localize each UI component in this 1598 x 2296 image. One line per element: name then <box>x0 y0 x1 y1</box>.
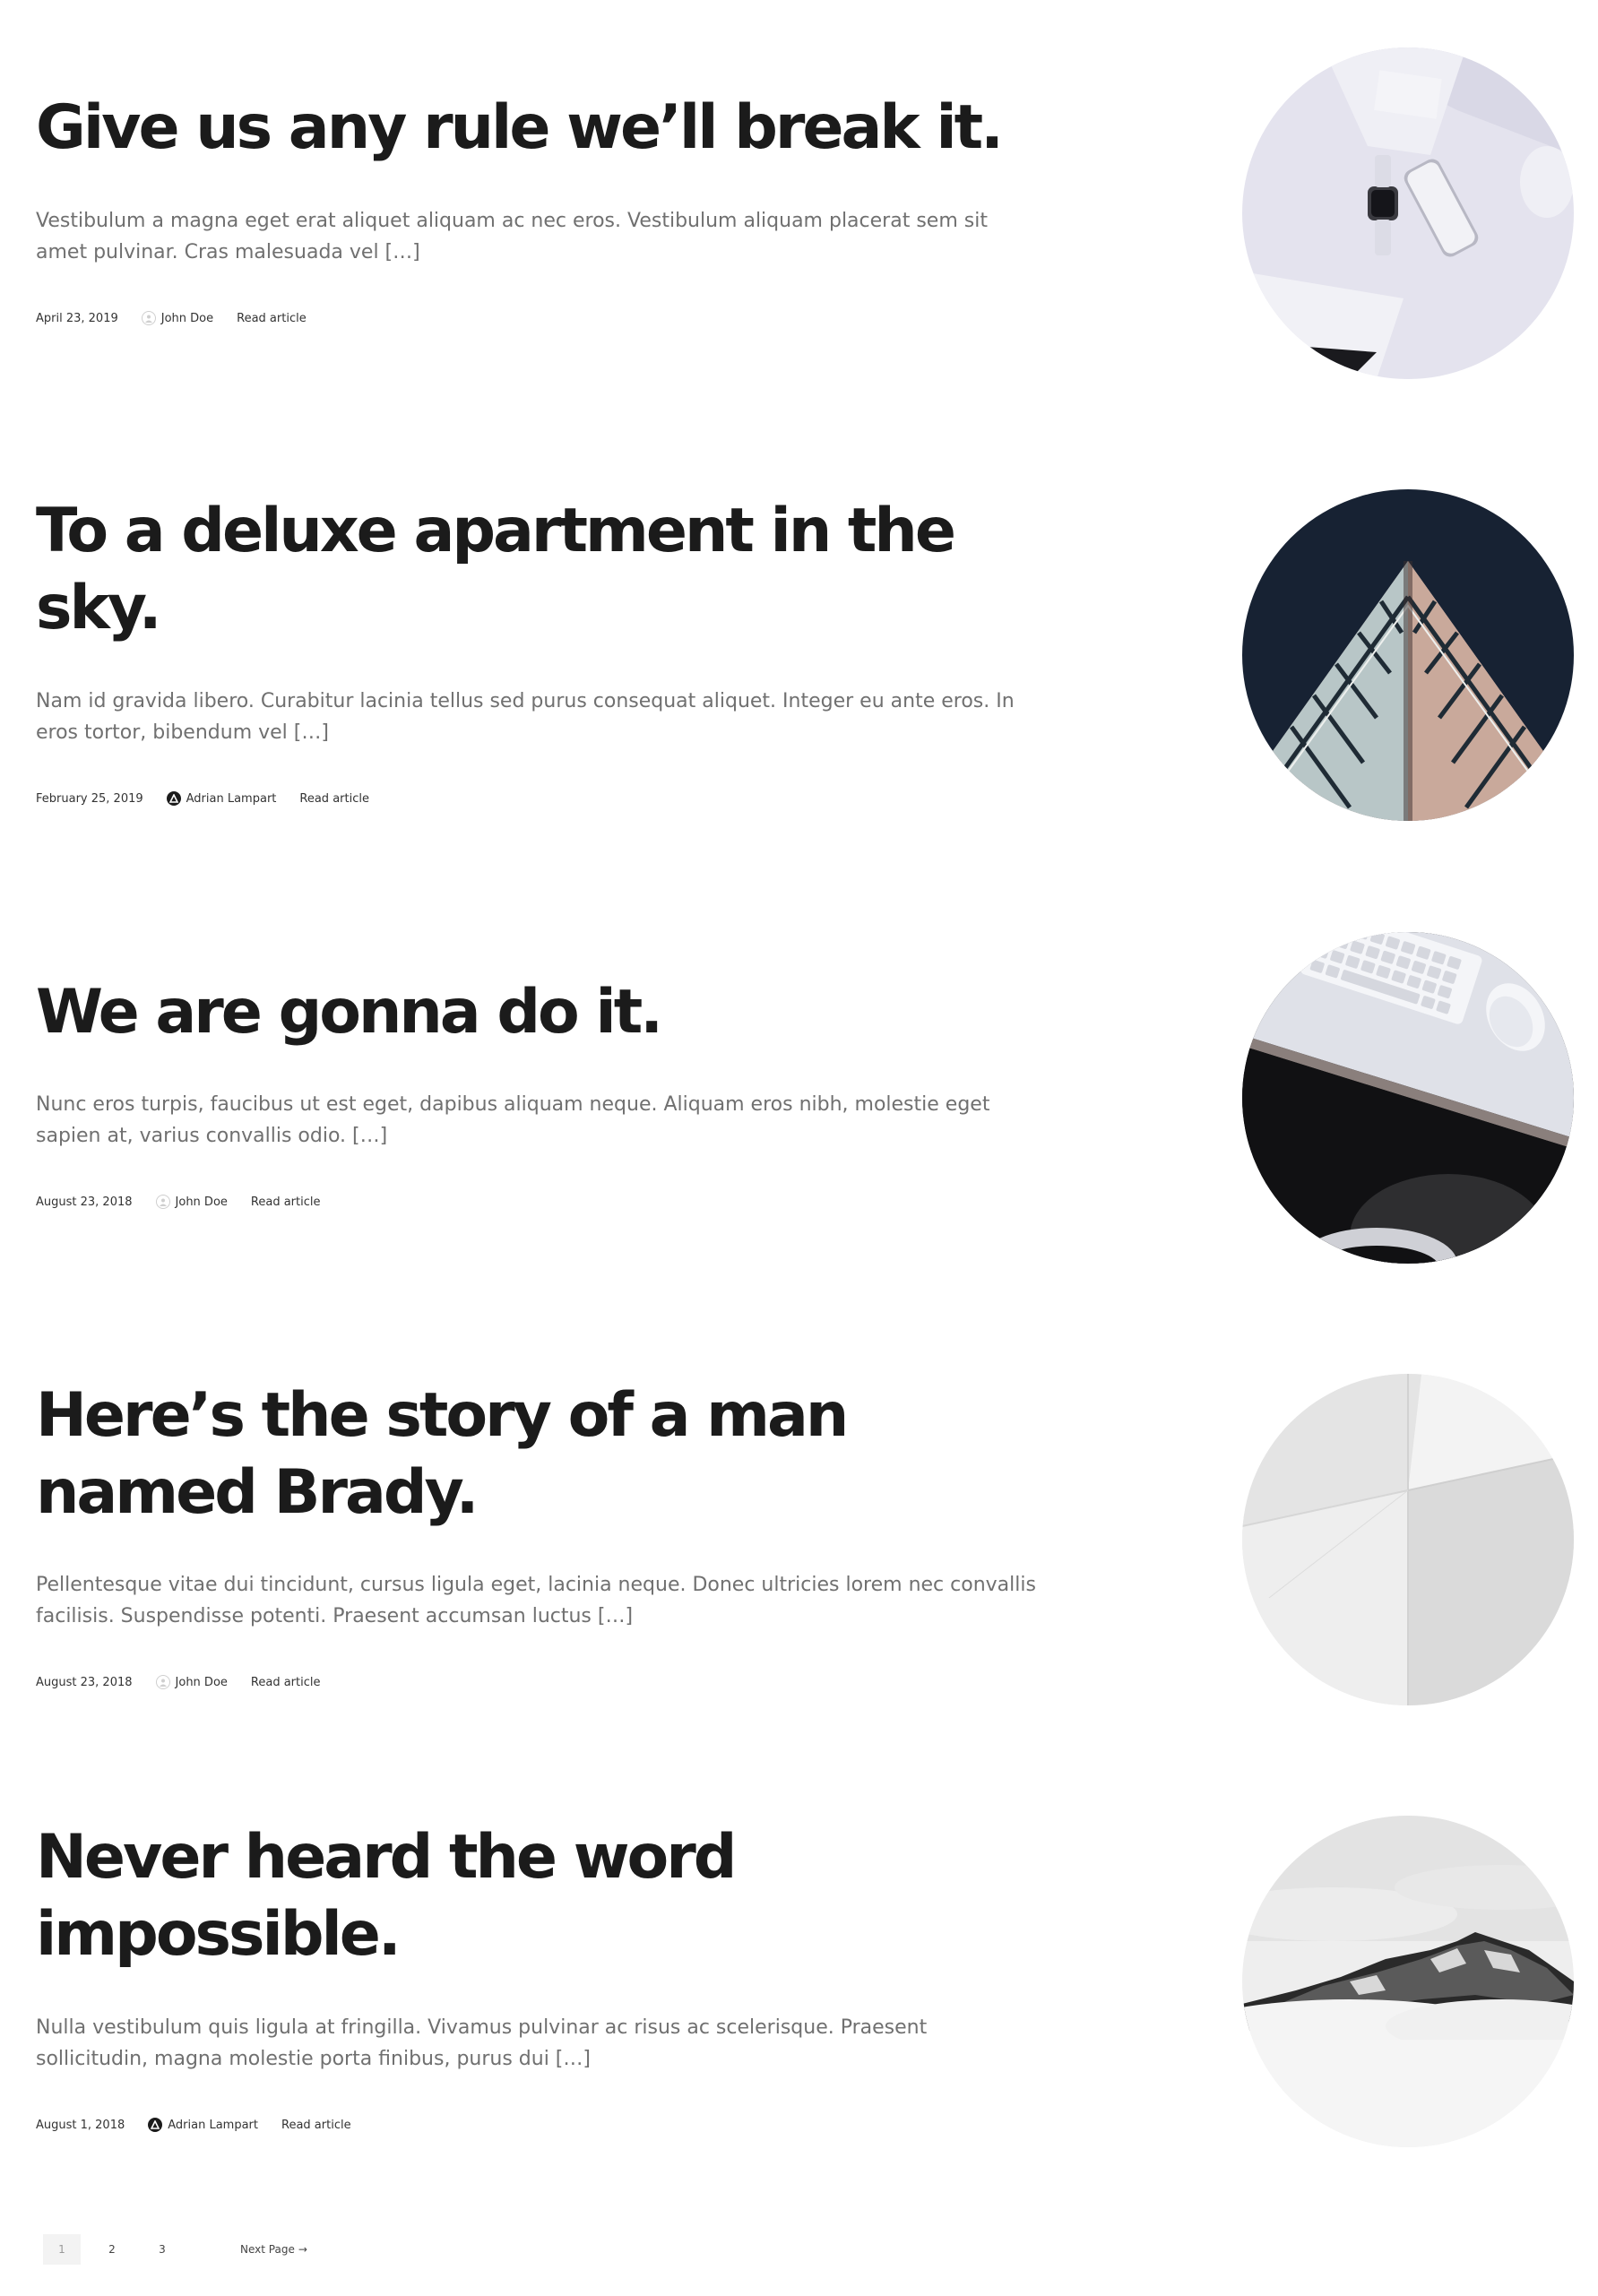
read-article-link[interactable]: Read article <box>237 312 307 325</box>
post-meta: August 23, 2018 John Doe Read article <box>36 1190 320 1213</box>
post-thumbnail[interactable] <box>1242 47 1574 379</box>
post-meta: February 25, 2019 Adrian Lampart Read ar… <box>36 787 369 810</box>
pagination: 1 2 3 Next Page → <box>43 2233 307 2266</box>
post-meta: August 23, 2018 John Doe Read article <box>36 1670 320 1694</box>
person-avatar-icon <box>155 1675 170 1689</box>
post-title[interactable]: To a deluxe apartment in the sky. <box>36 493 1058 647</box>
arrow-right-icon: → <box>298 2243 307 2256</box>
person-avatar-icon <box>155 1195 170 1209</box>
page-3-button[interactable]: 3 <box>143 2234 181 2265</box>
page-2-button[interactable]: 2 <box>93 2234 131 2265</box>
next-page-link[interactable]: Next Page → <box>240 2243 307 2256</box>
post-date: August 23, 2018 <box>36 1195 133 1209</box>
post-date: August 23, 2018 <box>36 1675 133 1689</box>
author-name: Adrian Lampart <box>186 791 277 806</box>
post-author[interactable]: John Doe <box>155 1675 228 1689</box>
logo-avatar-icon <box>148 2118 163 2132</box>
person-avatar-icon <box>141 311 156 325</box>
post-date: April 23, 2019 <box>36 311 118 325</box>
logo-avatar-icon <box>166 791 181 806</box>
post-excerpt: Pellentesque vitae dui tincidunt, cursus… <box>36 1574 1036 1627</box>
post-excerpt: Nam id gravida libero. Curabitur lacinia… <box>36 690 1015 744</box>
post-author[interactable]: Adrian Lampart <box>148 2118 258 2132</box>
post-meta: April 23, 2019 John Doe Read article <box>36 306 307 330</box>
post-thumbnail[interactable] <box>1242 1374 1574 1705</box>
post-author[interactable]: Adrian Lampart <box>166 791 277 806</box>
author-name: John Doe <box>175 1195 228 1209</box>
post-date: August 1, 2018 <box>36 2118 125 2132</box>
author-name: John Doe <box>160 311 214 325</box>
post-excerpt: Nunc eros turpis, faucibus ut est eget, … <box>36 1093 990 1147</box>
post-author[interactable]: John Doe <box>155 1195 228 1209</box>
post-thumbnail[interactable] <box>1242 1816 1574 2147</box>
post-excerpt: Vestibulum a magna eget erat aliquet ali… <box>36 210 988 263</box>
author-name: Adrian Lampart <box>168 2118 258 2132</box>
post-thumbnail[interactable] <box>1242 932 1574 1264</box>
read-article-link[interactable]: Read article <box>299 792 369 806</box>
next-page-label: Next Page <box>240 2243 295 2256</box>
post-title[interactable]: Here’s the story of a man named Brady. <box>36 1377 1058 1532</box>
post-date: February 25, 2019 <box>36 791 143 806</box>
post-author[interactable]: John Doe <box>141 311 214 325</box>
post-title[interactable]: Give us any rule we’ll break it. <box>36 90 1058 167</box>
post-title[interactable]: We are gonna do it. <box>36 974 1058 1051</box>
read-article-link[interactable]: Read article <box>281 2119 351 2132</box>
page-1-button[interactable]: 1 <box>43 2234 81 2265</box>
post-title[interactable]: Never heard the word impossible. <box>36 1819 1058 1973</box>
post-excerpt: Nulla vestibulum quis ligula at fringill… <box>36 2016 928 2070</box>
post-thumbnail[interactable] <box>1242 489 1574 821</box>
read-article-link[interactable]: Read article <box>251 1676 321 1689</box>
author-name: John Doe <box>175 1675 228 1689</box>
post-meta: August 1, 2018 Adrian Lampart Read artic… <box>36 2113 351 2136</box>
read-article-link[interactable]: Read article <box>251 1195 321 1209</box>
